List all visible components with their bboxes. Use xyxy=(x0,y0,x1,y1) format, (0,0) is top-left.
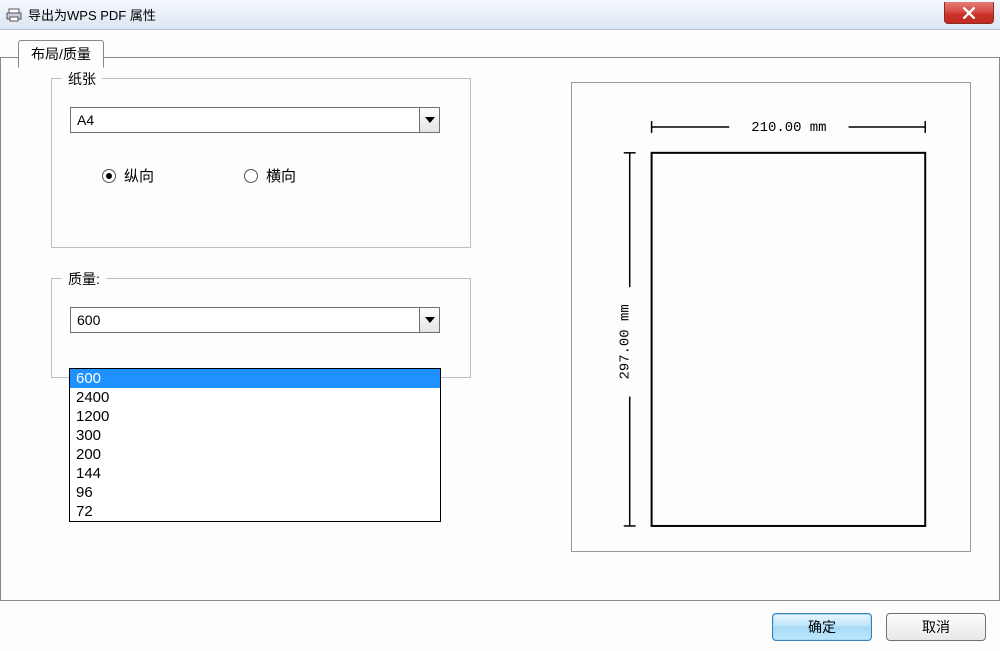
quality-dropdown-button[interactable] xyxy=(419,308,439,332)
tab-panel: 纸张 A4 纵向 横向 xyxy=(0,57,1000,601)
quality-option[interactable]: 2400 xyxy=(70,388,440,407)
quality-option[interactable]: 200 xyxy=(70,445,440,464)
paper-groupbox: 纸张 A4 纵向 横向 xyxy=(51,78,471,248)
preview-height-label: 297.00 mm xyxy=(618,304,634,379)
tab-label: 布局/质量 xyxy=(31,44,91,64)
quality-value: 600 xyxy=(71,312,419,328)
quality-groupbox: 质量: 600 xyxy=(51,278,471,378)
chevron-down-icon xyxy=(425,317,435,323)
page-preview-svg: 210.00 mm 297.00 mm xyxy=(572,83,970,551)
paper-size-value: A4 xyxy=(71,112,419,128)
button-label: 取消 xyxy=(922,617,950,637)
quality-legend: 质量: xyxy=(62,269,106,289)
radio-label: 横向 xyxy=(266,165,296,186)
left-column: 纸张 A4 纵向 横向 xyxy=(51,78,471,408)
paper-size-dropdown-button[interactable] xyxy=(419,108,439,132)
paper-legend: 纸张 xyxy=(62,69,102,89)
quality-option[interactable]: 72 xyxy=(70,502,440,521)
tab-layout-quality[interactable]: 布局/质量 xyxy=(18,40,104,68)
orientation-row: 纵向 横向 xyxy=(70,165,452,186)
preview-width-label: 210.00 mm xyxy=(751,120,826,136)
client-area: 布局/质量 纸张 A4 纵向 xyxy=(0,30,1000,651)
window-title: 导出为WPS PDF 属性 xyxy=(28,5,156,24)
quality-option[interactable]: 300 xyxy=(70,426,440,445)
chevron-down-icon xyxy=(425,117,435,123)
radio-icon xyxy=(244,169,258,183)
quality-option[interactable]: 1200 xyxy=(70,407,440,426)
quality-option[interactable]: 600 xyxy=(70,369,440,388)
dialog-window: 导出为WPS PDF 属性 布局/质量 纸张 A4 xyxy=(0,0,1000,651)
ok-button[interactable]: 确定 xyxy=(772,613,872,641)
orientation-landscape-radio[interactable]: 横向 xyxy=(244,165,296,186)
radio-icon xyxy=(102,169,116,183)
dialog-button-row: 确定 取消 xyxy=(772,613,986,641)
button-label: 确定 xyxy=(808,617,836,637)
quality-dropdown-list[interactable]: 600240012003002001449672 xyxy=(69,368,441,522)
close-button[interactable] xyxy=(944,2,994,24)
preview-area: 210.00 mm 297.00 mm xyxy=(571,82,971,552)
close-icon xyxy=(963,7,975,19)
orientation-portrait-radio[interactable]: 纵向 xyxy=(102,165,154,186)
titlebar: 导出为WPS PDF 属性 xyxy=(0,0,1000,30)
quality-combo[interactable]: 600 xyxy=(70,307,440,333)
radio-label: 纵向 xyxy=(124,165,154,186)
quality-option[interactable]: 96 xyxy=(70,483,440,502)
paper-size-combo[interactable]: A4 xyxy=(70,107,440,133)
cancel-button[interactable]: 取消 xyxy=(886,613,986,641)
quality-option[interactable]: 144 xyxy=(70,464,440,483)
printer-icon xyxy=(6,7,22,23)
